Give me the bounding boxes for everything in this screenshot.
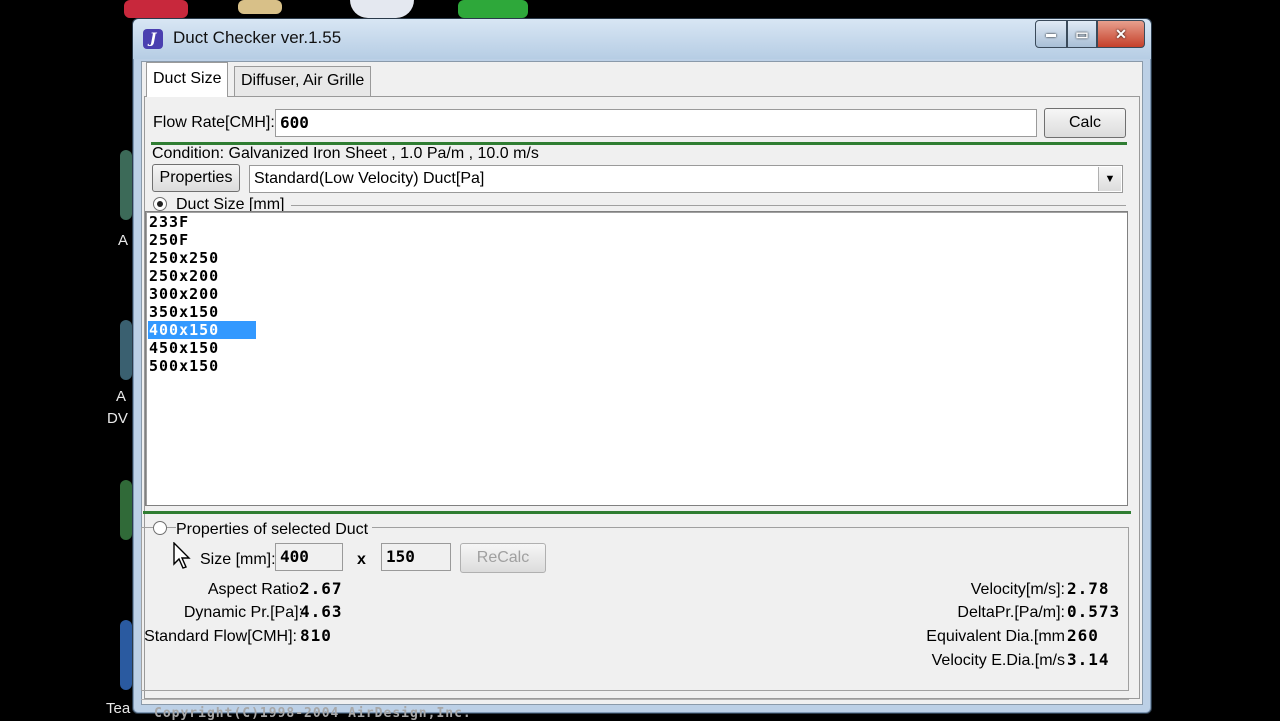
duct-type-select[interactable]: Standard(Low Velocity) Duct[Pa] ▼ [249, 165, 1123, 193]
delta-pressure-value: 0.573 [1067, 602, 1121, 621]
properties-button[interactable]: Properties [152, 164, 240, 192]
velocity-label: Velocity[m/s]: [970, 581, 1065, 598]
list-item-selected[interactable]: 400x150 [148, 321, 256, 339]
desktop-icon-folder[interactable] [238, 0, 282, 14]
minimize-icon: ▬ [1046, 28, 1056, 40]
close-button[interactable]: ✕ [1097, 20, 1145, 48]
footer-separator [141, 699, 1129, 700]
velocity-edia-label: Velocity E.Dia.[m/s [931, 652, 1065, 669]
list-item[interactable]: 233F [148, 213, 190, 231]
list-item[interactable]: 500x150 [148, 357, 220, 375]
close-icon: ✕ [1115, 25, 1127, 42]
app-icon: J [143, 29, 163, 49]
condition-text: Condition: Galvanized Iron Sheet , 1.0 P… [152, 145, 539, 162]
duct-size-panel: Flow Rate[CMH]: 600 Calc Condition: Galv… [141, 96, 1140, 700]
desktop-label: DV [107, 410, 128, 427]
duct-type-selected: Standard(Low Velocity) Duct[Pa] [254, 170, 485, 187]
velocity-value: 2.78 [1067, 579, 1110, 598]
desktop-icon-green[interactable] [458, 0, 528, 18]
width-input[interactable]: 400 [275, 543, 343, 571]
desktop-icon-globe[interactable] [350, 0, 414, 18]
list-item[interactable]: 450x150 [148, 339, 220, 357]
calc-button[interactable]: Calc [1044, 108, 1126, 138]
dynamic-pressure-label: Dynamic Pr.[Pa]: [183, 604, 303, 621]
flow-rate-input[interactable]: 600 [275, 109, 1037, 137]
maximize-button[interactable]: ▭ [1067, 20, 1097, 48]
selected-duct-group-label: Properties of selected Duct [176, 521, 373, 539]
desktop-icon-red[interactable] [124, 0, 188, 18]
height-input[interactable]: 150 [381, 543, 451, 571]
desktop-icon-left-4[interactable] [120, 620, 132, 690]
equivalent-diameter-value: 260 [1067, 626, 1099, 645]
recalc-button[interactable]: ReCalc [460, 543, 546, 573]
size-separator: x [357, 551, 366, 568]
title-bar[interactable]: J Duct Checker ver.1.55 ▬ ▭ ✕ [133, 19, 1151, 59]
maximize-icon: ▭ [1075, 25, 1089, 42]
tab-duct-size[interactable]: Duct Size [146, 62, 229, 97]
app-window: J Duct Checker ver.1.55 ▬ ▭ ✕ Duct Size … [132, 18, 1152, 721]
aspect-ratio-value: 2.67 [300, 579, 343, 598]
dynamic-pressure-value: 4.63 [300, 602, 343, 621]
duct-size-group-line [291, 205, 1126, 206]
equivalent-diameter-label: Equivalent Dia.[mm [926, 628, 1065, 645]
list-item[interactable]: 350x150 [148, 303, 220, 321]
caption-buttons: ▬ ▭ ✕ [1035, 20, 1145, 48]
standard-flow-value: 810 [300, 626, 332, 645]
list-item[interactable]: 250x200 [148, 267, 220, 285]
list-item[interactable]: 250F [148, 231, 190, 249]
standard-flow-label: Standard Flow[CMH]: [144, 628, 297, 645]
copyright-text: Copyright(C)1998-2004 AirDesign,Inc. [154, 706, 472, 721]
velocity-edia-value: 3.14 [1067, 650, 1110, 669]
client-area: Duct Size Diffuser, Air Grille Flow Rate… [141, 61, 1143, 721]
window-title: Duct Checker ver.1.55 [173, 28, 342, 47]
list-item[interactable]: 250x250 [148, 249, 220, 267]
list-item[interactable]: 300x200 [148, 285, 220, 303]
delta-pressure-label: DeltaPr.[Pa/m]: [957, 604, 1065, 621]
tab-diffuser-air-grille[interactable]: Diffuser, Air Grille [234, 66, 372, 97]
desktop-label: Tea [106, 700, 131, 717]
desktop-icon-left-2[interactable] [120, 320, 132, 380]
desktop-label: A [116, 388, 127, 405]
duct-size-list[interactable]: 233F 250F 250x250 250x200 300x200 350x15… [145, 211, 1128, 506]
desktop-icon-left-1[interactable] [120, 150, 132, 220]
list-separator [143, 511, 1131, 514]
selected-duct-radio[interactable] [153, 521, 167, 535]
chevron-down-icon[interactable]: ▼ [1098, 167, 1121, 191]
desktop-icon-left-3[interactable] [120, 480, 132, 540]
size-label: Size [mm]: [200, 551, 276, 568]
flow-rate-label: Flow Rate[CMH]: [153, 114, 275, 131]
minimize-button[interactable]: ▬ [1035, 20, 1067, 48]
aspect-ratio-label: Aspect Ratio: [207, 581, 303, 598]
mouse-cursor-icon [173, 542, 191, 569]
desktop-label: A [118, 232, 129, 249]
duct-size-radio[interactable] [153, 197, 167, 211]
